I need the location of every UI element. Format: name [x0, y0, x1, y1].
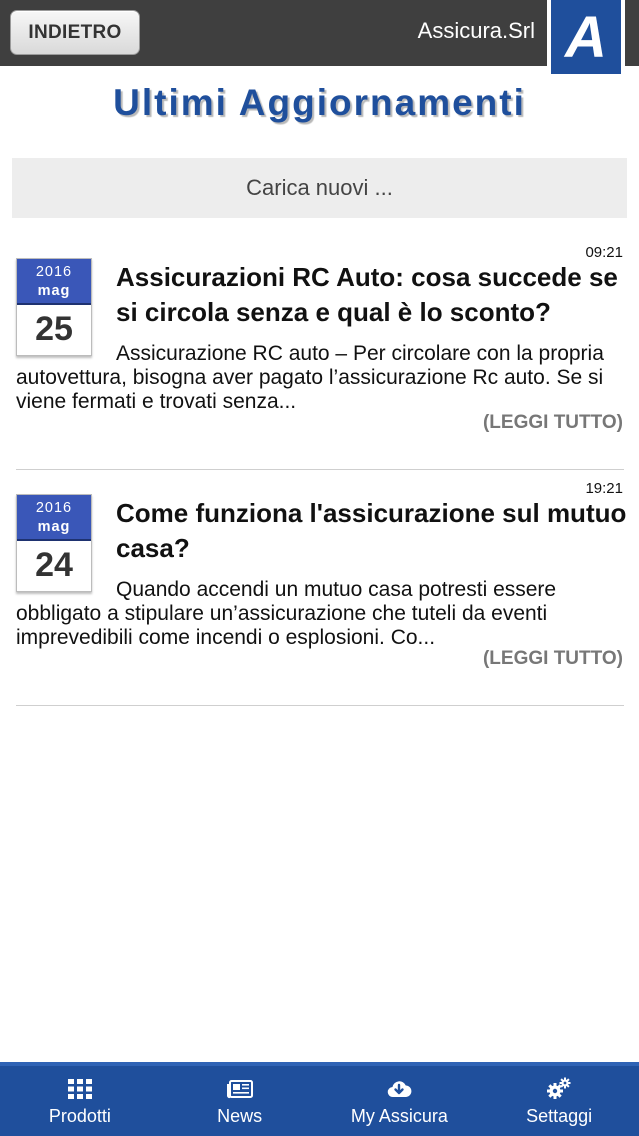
divider: [16, 705, 624, 706]
back-button[interactable]: INDIETRO: [10, 10, 140, 55]
logo-letter: A: [551, 0, 621, 74]
newspaper-icon: [226, 1079, 253, 1098]
tab-prodotti[interactable]: Prodotti: [0, 1066, 160, 1136]
news-time: 19:21: [585, 480, 623, 497]
brand-name: Assicura.Srl: [417, 18, 535, 43]
calendar-year: 2016: [35, 500, 73, 516]
news-time: 09:21: [585, 244, 623, 261]
page-title: Ultimi Aggiornamenti: [113, 82, 526, 123]
tab-news[interactable]: News: [160, 1066, 320, 1136]
tab-label: My Assicura: [350, 1105, 448, 1126]
gears-icon: [547, 1077, 571, 1099]
tab-label: Settaggi: [526, 1105, 593, 1126]
news-title[interactable]: Come funziona l'assicurazione sul mutuo …: [116, 496, 628, 566]
brand-logo: A: [547, 0, 625, 78]
tab-bar: Prodotti News My Assicura Settaggi: [0, 1062, 639, 1136]
news-item[interactable]: 19:21 2016 mag 24 Come funziona l'assicu…: [0, 480, 639, 680]
app-screen: INDIETRO Assicura.Srl A Ultimi Aggiornam…: [0, 0, 639, 1136]
tab-my-assicura[interactable]: My Assicura: [320, 1066, 480, 1136]
news-excerpt: Quando accendi un mutuo casa potresti es…: [16, 578, 557, 649]
news-title[interactable]: Assicurazioni RC Auto: cosa succede se s…: [116, 260, 628, 330]
load-new-button[interactable]: Carica nuovi ...: [12, 158, 627, 218]
calendar-header: 2016 mag: [17, 495, 91, 541]
read-more-link[interactable]: (LEGGI TUTTO): [483, 412, 623, 434]
calendar-year: 2016: [35, 264, 73, 280]
news-excerpt: Assicurazione RC auto – Per circolare co…: [16, 342, 604, 413]
top-bar: INDIETRO Assicura.Srl: [0, 0, 639, 66]
calendar-month: mag: [37, 519, 71, 535]
tab-label: Prodotti: [48, 1105, 111, 1126]
tab-settaggi[interactable]: Settaggi: [479, 1066, 639, 1136]
cloud-download-icon: [388, 1080, 412, 1097]
calendar-header: 2016 mag: [17, 259, 91, 305]
read-more-link[interactable]: (LEGGI TUTTO): [483, 648, 623, 670]
calendar-month: mag: [37, 283, 71, 299]
news-item[interactable]: 09:21 2016 mag 25 Assicurazioni RC Auto:…: [0, 244, 639, 444]
divider: [16, 469, 624, 470]
grid-icon: [67, 1078, 92, 1099]
tab-label: News: [217, 1105, 263, 1126]
